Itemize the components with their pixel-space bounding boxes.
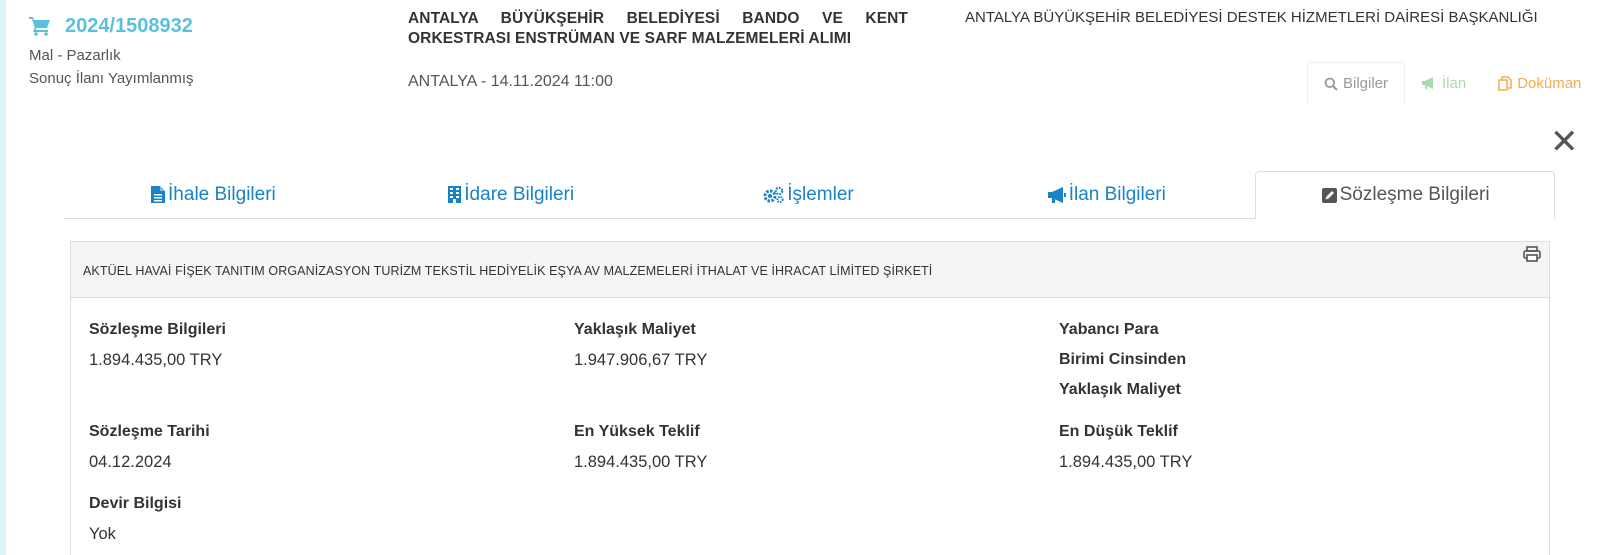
header-tab-label: Doküman xyxy=(1517,74,1582,92)
header-tab-label: Bilgiler xyxy=(1343,75,1389,92)
field-label: En Yüksek Teklif xyxy=(574,423,700,440)
tender-number-row[interactable]: 2024/1508932 xyxy=(29,12,194,40)
tender-status: Sonuç İlanı Yayımlanmış xyxy=(29,70,194,87)
search-icon xyxy=(1324,77,1338,91)
field-contract-date: Sözleşme Tarihi 04.12.2024 xyxy=(89,417,569,477)
field-foreign-approx-cost: Yabancı Para Birimi Cinsinden Yaklaşık M… xyxy=(1059,315,1539,405)
field-label: Yabancı Para xyxy=(1059,321,1159,338)
tab-label: İlan Bilgileri xyxy=(1068,183,1166,205)
tab-idare-bilgileri[interactable]: İdare Bilgileri xyxy=(362,171,660,218)
field-value: Yok xyxy=(89,525,116,543)
field-label: Sözleşme Bilgileri xyxy=(89,321,226,338)
tender-title-line2: ORKESTRASI ENSTRÜMAN VE SARF MALZEMELERİ… xyxy=(408,30,852,47)
gears-icon xyxy=(763,186,784,203)
header-tab-label: İlan xyxy=(1442,74,1467,92)
megaphone-icon xyxy=(1422,77,1434,89)
field-value: 04.12.2024 xyxy=(89,453,172,471)
department-name: ANTALYA BÜYÜKŞEHİR BELEDİYESİ DESTEK HİZ… xyxy=(965,9,1538,26)
edit-icon xyxy=(1321,187,1337,203)
field-value: 1.947.906,67 TRY xyxy=(574,351,708,369)
tab-sozlesme-bilgileri[interactable]: Sözleşme Bilgileri xyxy=(1255,171,1555,219)
tender-summary: 2024/1508932 Mal - Pazarlık Sonuç İlanı … xyxy=(29,12,194,90)
tender-type: Mal - Pazarlık xyxy=(29,47,121,64)
tender-title: ANTALYA BÜYÜKŞEHİR BELEDİYESİ BANDO VE K… xyxy=(408,9,908,49)
building-icon xyxy=(448,186,462,203)
tab-islemler[interactable]: İşlemler xyxy=(660,171,958,218)
field-contract: Sözleşme Bilgileri 1.894.435,00 TRY xyxy=(89,315,569,375)
field-highest-bid: En Yüksek Teklif 1.894.435,00 TRY xyxy=(574,417,1054,477)
copy-icon xyxy=(1498,75,1512,91)
cart-icon xyxy=(29,17,50,36)
field-label: Devir Bilgisi xyxy=(89,495,182,512)
field-approx-cost: Yaklaşık Maliyet 1.947.906,67 TRY xyxy=(574,315,1054,375)
header-tab-bilgiler[interactable]: Bilgiler xyxy=(1307,62,1406,104)
file-icon xyxy=(151,186,166,203)
tab-label: İhale Bilgileri xyxy=(168,183,276,205)
field-label: Birimi Cinsinden xyxy=(1059,351,1187,368)
field-lowest-bid: En Düşük Teklif 1.894.435,00 TRY xyxy=(1059,417,1539,477)
panel-header: AKTÜEL HAVAİ FİŞEK TANITIM ORGANİZASYON … xyxy=(71,242,1549,298)
left-accent-strip xyxy=(0,0,6,555)
tender-place-date: ANTALYA - 14.11.2024 11:00 xyxy=(408,73,613,90)
company-name: AKTÜEL HAVAİ FİŞEK TANITIM ORGANİZASYON … xyxy=(83,264,933,278)
tab-ihale-bilgileri[interactable]: İhale Bilgileri xyxy=(64,171,362,218)
header-tab-ilan[interactable]: İlan xyxy=(1405,62,1482,104)
field-label: En Düşük Teklif xyxy=(1059,423,1178,440)
header-tabs: Bilgiler İlan Doküman xyxy=(1307,62,1597,104)
close-icon[interactable]: ✕ xyxy=(1550,125,1579,159)
contract-panel: AKTÜEL HAVAİ FİŞEK TANITIM ORGANİZASYON … xyxy=(70,241,1550,555)
tab-ilan-bilgileri[interactable]: İlan Bilgileri xyxy=(957,171,1255,218)
field-transfer: Devir Bilgisi Yok xyxy=(89,489,569,549)
field-label: Yaklaşık Maliyet xyxy=(574,321,696,338)
field-value: 1.894.435,00 TRY xyxy=(1059,453,1193,471)
field-value: 1.894.435,00 TRY xyxy=(574,453,708,471)
tab-label: İşlemler xyxy=(787,183,854,205)
main-tabs: İhale Bilgileri İdare Bilgileri İşlemler… xyxy=(64,171,1555,219)
tab-label: Sözleşme Bilgileri xyxy=(1339,184,1490,205)
field-value: 1.894.435,00 TRY xyxy=(89,351,223,369)
field-label: Sözleşme Tarihi xyxy=(89,423,210,440)
header-tab-dokuman[interactable]: Doküman xyxy=(1482,62,1597,104)
tab-label: İdare Bilgileri xyxy=(464,183,575,205)
tender-title-line1: ANTALYA BÜYÜKŞEHİR BELEDİYESİ BANDO VE K… xyxy=(408,10,908,27)
field-label: Yaklaşık Maliyet xyxy=(1059,381,1181,398)
tender-number[interactable]: 2024/1508932 xyxy=(65,15,193,38)
print-icon[interactable] xyxy=(1523,246,1541,262)
megaphone-icon xyxy=(1047,186,1066,203)
